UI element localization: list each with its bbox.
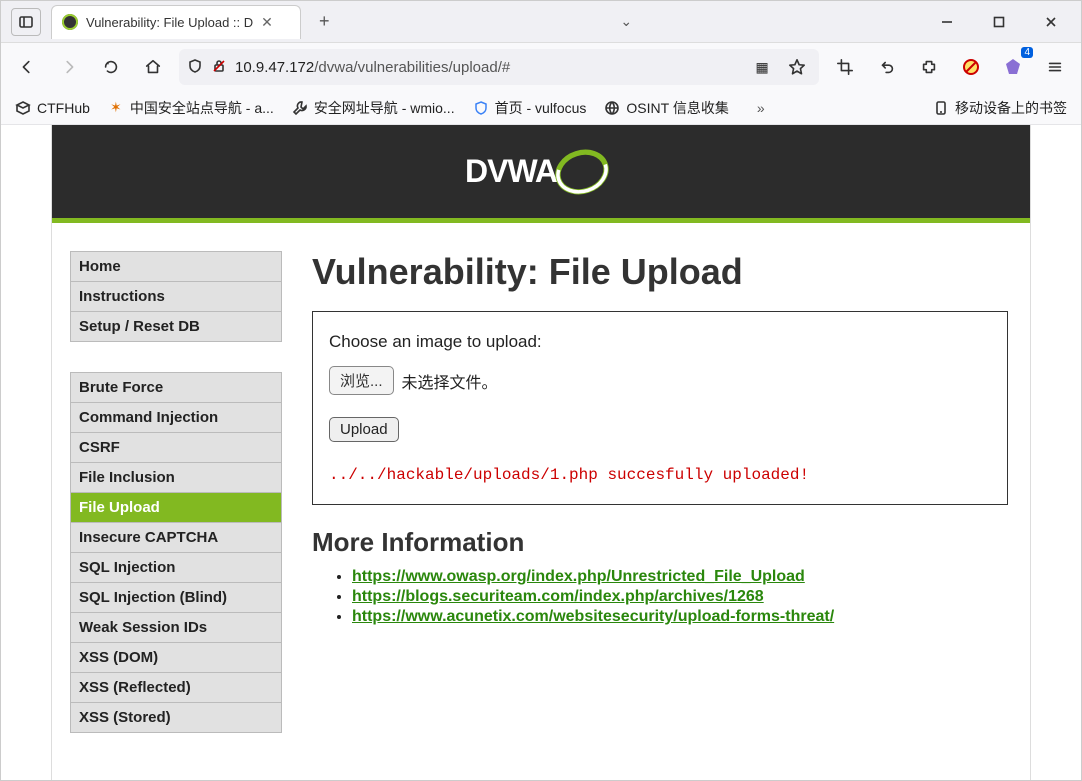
sidebar-item[interactable]: File Inclusion (70, 463, 282, 493)
info-link[interactable]: https://blogs.securiteam.com/index.php/a… (352, 588, 764, 605)
insecure-lock-icon[interactable] (211, 58, 227, 77)
sidebar-item[interactable]: Setup / Reset DB (70, 312, 282, 342)
minimize-button[interactable] (925, 4, 969, 40)
sidebar-item[interactable]: SQL Injection (70, 553, 282, 583)
forward-button[interactable] (53, 51, 85, 83)
sidebar-item[interactable]: XSS (Reflected) (70, 673, 282, 703)
qr-icon[interactable]: ▦ (747, 57, 775, 78)
tab-close-icon[interactable]: ✕ (261, 14, 273, 31)
sidebar-item[interactable]: Brute Force (70, 372, 282, 403)
url-bar[interactable]: 10.9.47.172/dvwa/vulnerabilities/upload/… (179, 49, 819, 85)
tab-favicon-icon (62, 14, 78, 30)
upload-form: Choose an image to upload: 浏览... 未选择文件。 … (312, 311, 1008, 505)
bookmark-item[interactable]: 首页 - vulfocus (473, 98, 587, 118)
tabs-dropdown-icon[interactable]: ⌄ (616, 9, 636, 34)
sidebar-item[interactable]: File Upload (70, 493, 282, 523)
wrench-icon (292, 100, 308, 116)
dvwa-logo: DVWA (465, 137, 617, 207)
mobile-icon (933, 100, 949, 116)
tab-title: Vulnerability: File Upload :: D (86, 15, 253, 30)
close-window-button[interactable] (1029, 4, 1073, 40)
page-title: Vulnerability: File Upload (312, 251, 1008, 293)
crop-icon[interactable] (829, 51, 861, 83)
window-controls (925, 4, 1081, 40)
shield-icon (473, 100, 489, 116)
maximize-button[interactable] (977, 4, 1021, 40)
reload-button[interactable] (95, 51, 127, 83)
browse-button[interactable]: 浏览... (329, 366, 394, 395)
bookmark-item[interactable]: ✶ 中国安全站点导航 - a... (108, 98, 274, 118)
extension-badge-icon[interactable] (997, 51, 1029, 83)
globe-icon (604, 100, 620, 116)
content-viewport[interactable]: DVWA HomeInstructionsSetup / Reset DB Br… (1, 125, 1081, 780)
back-button[interactable] (11, 51, 43, 83)
page-header: DVWA (52, 125, 1030, 223)
more-info-heading: More Information (312, 527, 1008, 558)
star-icon: ✶ (108, 100, 124, 116)
mobile-bookmarks[interactable]: 移动设备上的书签 (933, 98, 1067, 118)
sidebar-item[interactable]: Weak Session IDs (70, 613, 282, 643)
undo-icon[interactable] (871, 51, 903, 83)
cube-icon (15, 100, 31, 116)
bookmark-star-icon[interactable] (783, 58, 811, 76)
sidebar-item[interactable]: CSRF (70, 433, 282, 463)
info-link[interactable]: https://www.acunetix.com/websitesecurity… (352, 608, 834, 625)
sidebar-item[interactable]: Command Injection (70, 403, 282, 433)
sidebar-item[interactable]: XSS (Stored) (70, 703, 282, 733)
panel-toggle-icon[interactable] (11, 8, 41, 36)
new-tab-button[interactable]: + (311, 11, 338, 32)
bookmark-item[interactable]: 安全网址导航 - wmio... (292, 98, 455, 118)
url-text: 10.9.47.172/dvwa/vulnerabilities/upload/… (235, 59, 739, 76)
browser-tab[interactable]: Vulnerability: File Upload :: D ✕ (51, 5, 301, 39)
noscript-icon[interactable] (955, 51, 987, 83)
sidebar-item[interactable]: Instructions (70, 282, 282, 312)
titlebar: Vulnerability: File Upload :: D ✕ + ⌄ (1, 1, 1081, 43)
bookmarks-bar: CTFHub ✶ 中国安全站点导航 - a... 安全网址导航 - wmio..… (1, 91, 1081, 125)
sidebar-menu: HomeInstructionsSetup / Reset DB Brute F… (70, 251, 282, 763)
bookmark-item[interactable]: CTFHub (15, 100, 90, 116)
sidebar-item[interactable]: Home (70, 251, 282, 282)
home-button[interactable] (137, 51, 169, 83)
dvwa-page: DVWA HomeInstructionsSetup / Reset DB Br… (51, 125, 1031, 780)
extensions-icon[interactable] (913, 51, 945, 83)
upload-button[interactable]: Upload (329, 417, 399, 442)
bookmarks-overflow-icon[interactable]: » (757, 100, 765, 116)
sidebar-item[interactable]: XSS (DOM) (70, 643, 282, 673)
info-link[interactable]: https://www.owasp.org/index.php/Unrestri… (352, 568, 805, 585)
app-menu-icon[interactable] (1039, 51, 1071, 83)
sidebar-item[interactable]: Insecure CAPTCHA (70, 523, 282, 553)
nav-toolbar: 10.9.47.172/dvwa/vulnerabilities/upload/… (1, 43, 1081, 91)
choose-label: Choose an image to upload: (329, 332, 991, 352)
no-file-text: 未选择文件。 (402, 369, 498, 393)
shield-icon[interactable] (187, 58, 203, 77)
upload-result: ../../hackable/uploads/1.php succesfully… (329, 466, 991, 484)
sidebar-item[interactable]: SQL Injection (Blind) (70, 583, 282, 613)
bookmark-item[interactable]: OSINT 信息收集 (604, 98, 728, 118)
info-links-list: https://www.owasp.org/index.php/Unrestri… (312, 568, 1008, 626)
